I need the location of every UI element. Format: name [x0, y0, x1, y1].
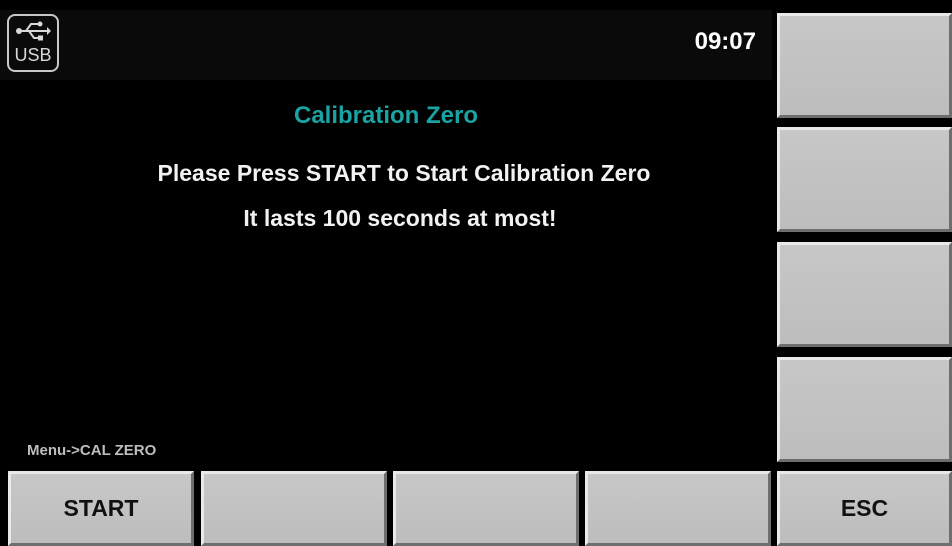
bottom-softkey-2[interactable] — [201, 471, 387, 546]
bottom-softkey-3[interactable] — [393, 471, 579, 546]
instrument-screen: USB 09:07 Calibration Zero Please Press … — [0, 0, 952, 546]
usb-label: USB — [14, 45, 52, 65]
side-softkey-4[interactable] — [777, 357, 952, 462]
esc-button[interactable]: ESC — [777, 471, 952, 546]
clock: 09:07 — [694, 28, 756, 55]
status-bar: USB 09:07 — [0, 10, 772, 80]
start-button[interactable]: START — [8, 471, 194, 546]
side-softkey-2[interactable] — [777, 127, 952, 232]
bottom-softkey-4[interactable] — [585, 471, 771, 546]
instruction-text: Please Press START to Start Calibration … — [157, 160, 651, 186]
duration-note: It lasts 100 seconds at most! — [243, 205, 557, 231]
side-softkey-1[interactable] — [777, 13, 952, 118]
breadcrumb: Menu->CAL ZERO — [27, 442, 157, 459]
side-softkey-3[interactable] — [777, 242, 952, 347]
usb-icon: USB — [7, 14, 59, 72]
usb-symbol-icon — [16, 21, 51, 41]
dialog-title: Calibration Zero — [293, 102, 479, 129]
